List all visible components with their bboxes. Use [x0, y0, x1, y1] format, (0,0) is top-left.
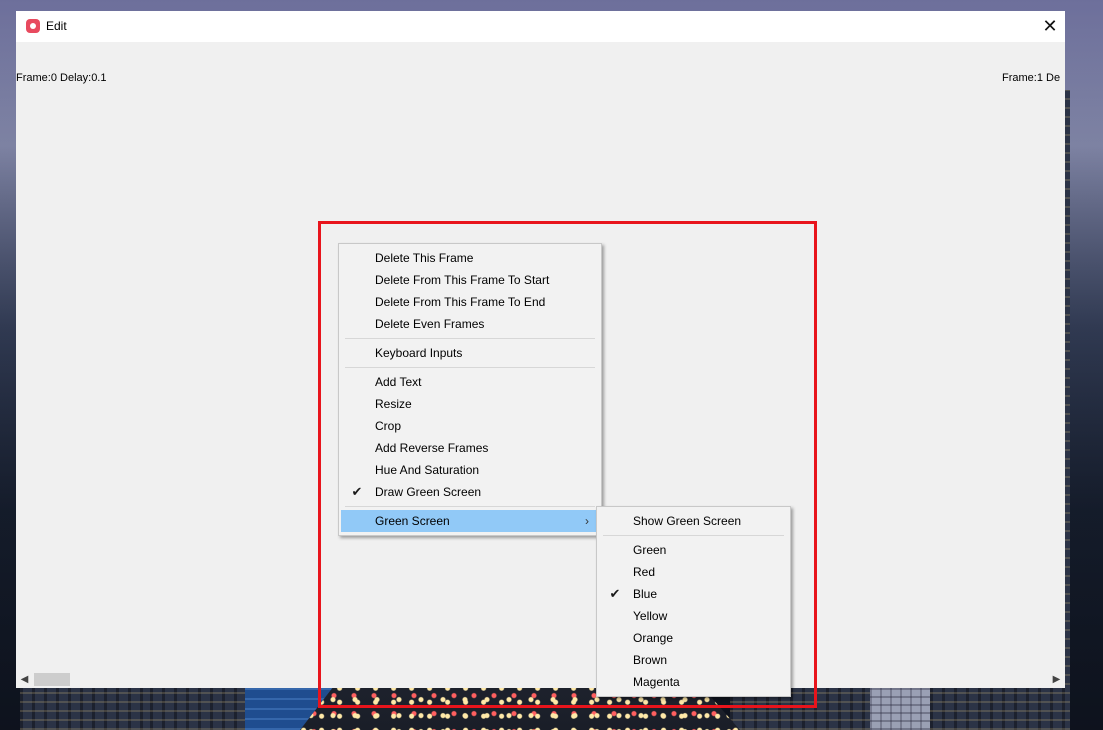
menu-item-green-screen[interactable]: Green Screen › [341, 510, 599, 532]
scroll-thumb[interactable] [34, 673, 70, 686]
submenu-item-blue[interactable]: ✔ Blue [599, 583, 788, 605]
submenu-item-orange[interactable]: Orange [599, 627, 788, 649]
checkmark-icon: ✔ [609, 586, 621, 601]
menu-item-label: Green [633, 543, 667, 557]
menu-item-label: Yellow [633, 609, 668, 623]
menu-item-label: Magenta [633, 675, 680, 689]
menu-item-delete-this-frame[interactable]: Delete This Frame [341, 247, 599, 269]
menu-item-label: Draw Green Screen [375, 485, 482, 499]
submenu-item-brown[interactable]: Brown [599, 649, 788, 671]
menu-item-label: Delete From This Frame To Start [375, 273, 550, 287]
green-screen-submenu: Show Green Screen Green Red ✔ Blue Yello… [596, 506, 791, 697]
submenu-item-magenta[interactable]: Magenta [599, 671, 788, 693]
menu-item-keyboard-inputs[interactable]: Keyboard Inputs [341, 342, 599, 364]
menu-item-hue-and-saturation[interactable]: Hue And Saturation [341, 459, 599, 481]
checkmark-icon: ✔ [351, 484, 363, 499]
frame-1-info: Frame:1 De [1002, 72, 1061, 84]
menu-item-label: Brown [633, 653, 668, 667]
frame-context-menu: Delete This Frame Delete From This Frame… [338, 243, 602, 536]
menu-item-label: Add Text [375, 375, 422, 389]
menu-item-label: Delete This Frame [375, 251, 474, 265]
menu-item-resize[interactable]: Resize [341, 393, 599, 415]
menu-item-delete-to-start[interactable]: Delete From This Frame To Start [341, 269, 599, 291]
camera-icon [26, 19, 40, 33]
scroll-right-icon[interactable]: ▶ [1048, 671, 1065, 688]
submenu-item-show-green-screen[interactable]: Show Green Screen [599, 510, 788, 532]
menu-item-label: Red [633, 565, 656, 579]
menu-item-label: Orange [633, 631, 674, 645]
title-bar: Edit ✕ [16, 11, 1065, 42]
menu-separator [345, 367, 595, 368]
menu-item-draw-green-screen[interactable]: ✔ Draw Green Screen [341, 481, 599, 503]
menu-item-label: Add Reverse Frames [375, 441, 489, 455]
menu-item-label: Show Green Screen [633, 514, 742, 528]
menu-item-label: Green Screen [375, 514, 450, 528]
menu-separator [603, 535, 784, 536]
menu-item-delete-to-end[interactable]: Delete From This Frame To End [341, 291, 599, 313]
menu-item-add-reverse-frames[interactable]: Add Reverse Frames [341, 437, 599, 459]
menu-separator [345, 506, 595, 507]
menu-item-label: Blue [633, 587, 658, 601]
frame-0-info: Frame:0 Delay:0.1 [16, 72, 107, 84]
submenu-item-yellow[interactable]: Yellow [599, 605, 788, 627]
menu-item-label: Delete From This Frame To End [375, 295, 546, 309]
window-title: Edit [46, 19, 67, 33]
menu-item-label: Keyboard Inputs [375, 346, 463, 360]
menu-item-label: Delete Even Frames [375, 317, 485, 331]
menu-item-delete-even-frames[interactable]: Delete Even Frames [341, 313, 599, 335]
chevron-right-icon: › [585, 514, 589, 528]
close-icon[interactable]: ✕ [1035, 11, 1065, 42]
menu-item-add-text[interactable]: Add Text [341, 371, 599, 393]
submenu-item-green[interactable]: Green [599, 539, 788, 561]
submenu-item-red[interactable]: Red [599, 561, 788, 583]
scroll-left-icon[interactable]: ◀ [16, 671, 33, 688]
menu-item-label: Hue And Saturation [375, 463, 480, 477]
menu-item-label: Crop [375, 419, 402, 433]
menu-item-crop[interactable]: Crop [341, 415, 599, 437]
menu-item-label: Resize [375, 397, 412, 411]
menu-separator [345, 338, 595, 339]
